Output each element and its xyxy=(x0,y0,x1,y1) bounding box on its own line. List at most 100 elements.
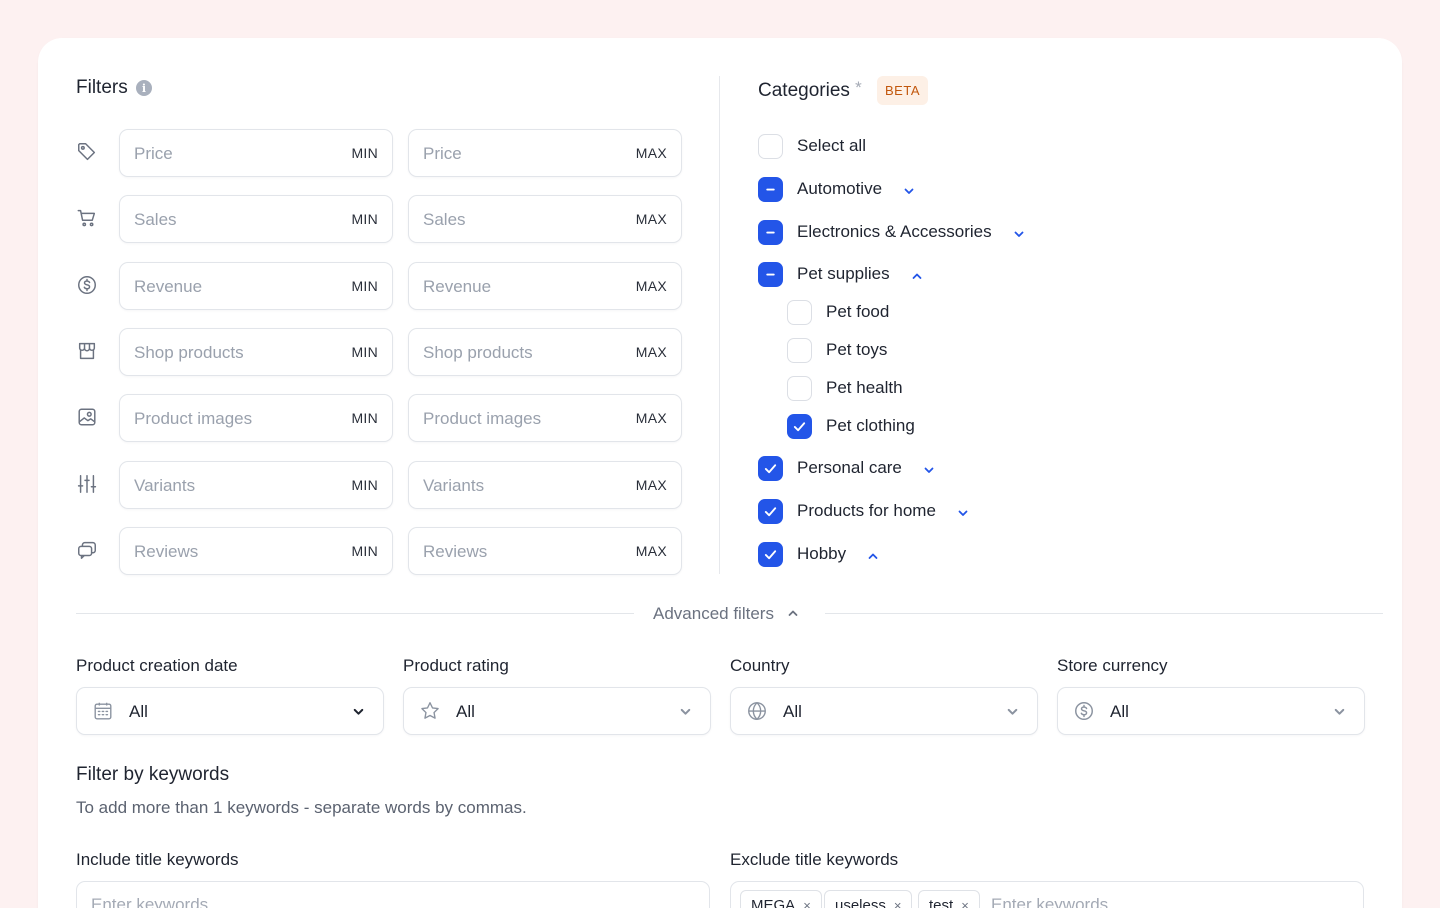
dollar-circle-icon xyxy=(1073,700,1095,722)
chat-icon xyxy=(76,539,100,563)
advanced-filters-toggle[interactable]: Advanced filters xyxy=(653,604,799,624)
category-label[interactable]: Hobby xyxy=(797,544,846,564)
filter-min-tag: MIN xyxy=(351,145,378,161)
category-label[interactable]: Pet food xyxy=(826,302,889,322)
filter-max-input[interactable]: Sales MAX xyxy=(408,195,682,244)
category-label[interactable]: Pet toys xyxy=(826,340,887,360)
filter-max-input[interactable]: Price MAX xyxy=(408,129,682,177)
category-checkbox[interactable] xyxy=(758,134,783,159)
advanced-filters-label: Advanced filters xyxy=(653,604,774,623)
filter-min-tag: MIN xyxy=(351,211,378,228)
info-icon[interactable]: i xyxy=(136,80,152,96)
filter-max-input[interactable]: Revenue MAX xyxy=(408,261,682,310)
category-checkbox[interactable] xyxy=(787,300,812,325)
filter-min-input[interactable]: Reviews MIN xyxy=(119,526,393,575)
category-checkbox[interactable] xyxy=(758,456,783,481)
filter-placeholder: Price xyxy=(423,144,462,163)
store-icon xyxy=(76,340,100,364)
advanced-divider-right xyxy=(825,613,1383,614)
filter-max-tag: MAX xyxy=(635,277,667,294)
include-keywords-label: Include title keywords xyxy=(76,850,239,869)
filter-placeholder: Reviews xyxy=(423,541,488,561)
filter-min-input[interactable]: Product images MIN xyxy=(119,394,393,443)
chip-remove-icon[interactable]: × xyxy=(894,898,902,908)
star-icon xyxy=(419,700,441,722)
filter-max-input[interactable]: Product images MAX xyxy=(408,394,682,443)
filter-placeholder: Sales xyxy=(134,210,177,230)
category-label[interactable]: Automotive xyxy=(797,179,882,199)
category-label[interactable]: Pet supplies xyxy=(797,264,890,284)
chevron-down-icon[interactable] xyxy=(903,184,915,196)
category-checkbox[interactable] xyxy=(758,177,783,202)
select-value: All xyxy=(456,702,475,721)
image-icon xyxy=(76,406,100,430)
keyword-chip-label: useless xyxy=(835,896,886,908)
filter-placeholder: Variants xyxy=(134,475,196,495)
filter-max-tag: MAX xyxy=(635,410,667,427)
keyword-chip: useless × xyxy=(824,890,913,908)
category-checkbox[interactable] xyxy=(758,220,783,245)
filters-title: Filters xyxy=(76,77,128,98)
exclude-keywords-input[interactable]: MEGA × useless × test × Enter keywords xyxy=(730,881,1364,908)
filter-min-tag: MIN xyxy=(351,343,378,360)
chip-remove-icon[interactable]: × xyxy=(803,898,811,908)
filter-min-input[interactable]: Price MIN xyxy=(119,129,393,177)
filter-max-tag: MAX xyxy=(635,476,667,493)
category-checkbox[interactable] xyxy=(787,338,812,363)
tag-icon xyxy=(76,141,100,165)
category-label[interactable]: Products for home xyxy=(797,501,936,521)
cart-icon xyxy=(76,207,100,231)
globe-icon xyxy=(746,700,768,722)
chevron-down-icon[interactable] xyxy=(957,506,969,518)
filter-max-input[interactable]: Reviews MAX xyxy=(408,526,682,575)
advanced-divider-left xyxy=(76,613,634,614)
chevron-down-icon xyxy=(679,705,692,718)
category-label[interactable]: Select all xyxy=(797,136,866,156)
chevron-down-icon[interactable] xyxy=(923,463,935,475)
chevron-down-icon[interactable] xyxy=(1013,227,1025,239)
sliders-icon xyxy=(76,473,100,497)
column-divider xyxy=(719,76,720,574)
filter-min-input[interactable]: Revenue MIN xyxy=(119,261,393,310)
filter-max-tag: MAX xyxy=(635,211,667,228)
filter-min-input[interactable]: Variants MIN xyxy=(119,460,393,509)
select-dropdown[interactable]: All xyxy=(403,687,711,735)
chevron-down-icon xyxy=(1006,705,1019,718)
select-label: Country xyxy=(730,656,790,675)
category-checkbox[interactable] xyxy=(787,414,812,439)
filter-min-tag: MIN xyxy=(351,410,378,427)
select-label: Product creation date xyxy=(76,656,238,675)
keyword-chip-label: MEGA xyxy=(751,896,796,908)
category-label[interactable]: Pet health xyxy=(826,378,903,398)
chevron-up-icon[interactable] xyxy=(911,269,923,281)
filter-max-input[interactable]: Shop products MAX xyxy=(408,327,682,376)
chevron-down-icon xyxy=(352,705,365,718)
filter-placeholder: Variants xyxy=(423,475,485,495)
filter-placeholder: Shop products xyxy=(134,342,244,362)
chevron-up-icon[interactable] xyxy=(867,549,879,561)
category-checkbox[interactable] xyxy=(758,499,783,524)
filter-max-input[interactable]: Variants MAX xyxy=(408,460,682,509)
select-value: All xyxy=(783,702,802,721)
category-label[interactable]: Pet clothing xyxy=(826,416,915,436)
calendar-icon xyxy=(92,700,114,722)
category-label[interactable]: Electronics & Accessories xyxy=(797,222,992,242)
select-dropdown[interactable]: All xyxy=(76,687,384,735)
category-checkbox[interactable] xyxy=(787,376,812,401)
select-dropdown[interactable]: All xyxy=(1057,687,1365,735)
filter-max-tag: MAX xyxy=(635,343,667,360)
select-dropdown[interactable]: All xyxy=(730,687,1038,735)
category-checkbox[interactable] xyxy=(758,542,783,567)
filter-min-input[interactable]: Sales MIN xyxy=(119,195,393,244)
chip-remove-icon[interactable]: × xyxy=(961,898,969,908)
filter-min-input[interactable]: Shop products MIN xyxy=(119,327,393,376)
keyword-chip-label: test xyxy=(929,896,954,908)
category-checkbox[interactable] xyxy=(758,262,783,287)
include-keywords-placeholder: Enter keywords xyxy=(91,895,209,908)
category-label[interactable]: Personal care xyxy=(797,458,902,478)
dollar-circle-icon xyxy=(76,274,100,298)
filter-placeholder: Reviews xyxy=(134,541,199,561)
filter-placeholder: Shop products xyxy=(423,342,533,362)
include-keywords-input[interactable]: Enter keywords xyxy=(76,881,710,908)
keyword-chip: MEGA × xyxy=(740,890,822,908)
